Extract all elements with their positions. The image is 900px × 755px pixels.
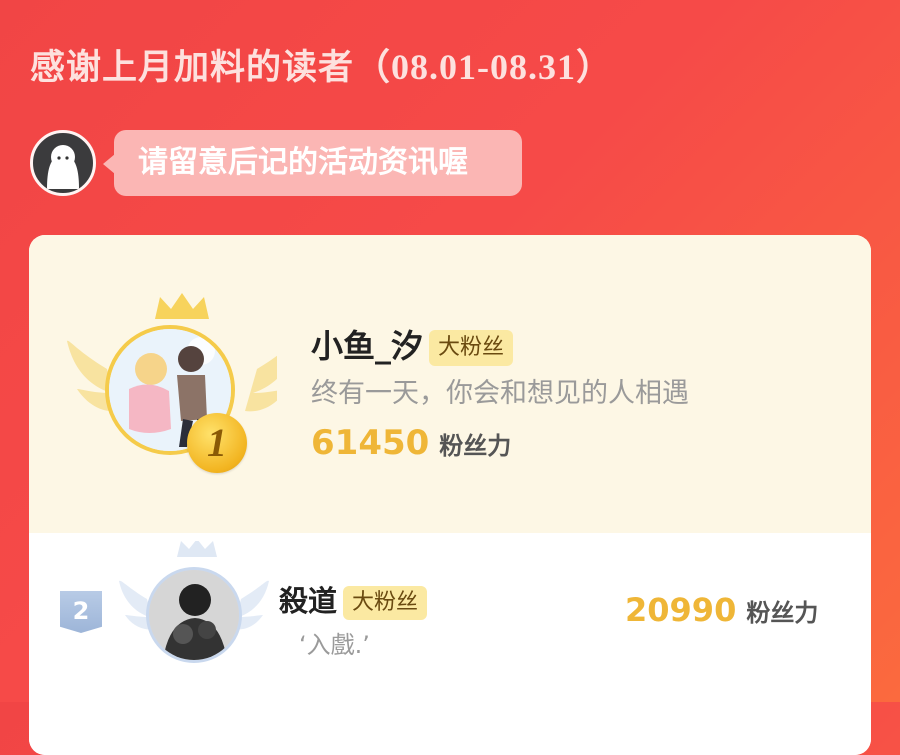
avatar-frame-2 (117, 541, 277, 691)
rank-medal-1: 1 (187, 413, 247, 473)
user-name-1[interactable]: 小鱼_汐 大粉丝 (311, 321, 514, 367)
ranking-card: 1 小鱼_汐 大粉丝 终有一天，你会和想见的人相遇 61450 粉丝力 2 殺道… (29, 235, 871, 755)
user-motto-1: 终有一天，你会和想见的人相遇 (311, 378, 689, 409)
date-range: （08.01-08.31） (354, 47, 614, 87)
fan-badge-2: 大粉丝 (343, 586, 428, 620)
score-unit-2: 粉丝力 (746, 599, 819, 627)
user-avatar-2[interactable] (146, 567, 242, 663)
page-title: 感谢上月加料的读者（08.01-08.31） (30, 38, 613, 90)
name-text-2: 殺道 (279, 584, 338, 618)
name-text-1: 小鱼_汐 (311, 327, 424, 365)
notice-text: 请留意后记的活动资讯喔 (138, 145, 468, 180)
notice-bubble: 请留意后记的活动资讯喔 (103, 130, 522, 196)
fan-badge-1: 大粉丝 (429, 330, 514, 366)
user-motto-2: ‘入戲.’ (299, 631, 370, 659)
fan-score-1: 61450 粉丝力 (311, 423, 511, 463)
ranking-item-2[interactable]: 2 殺道 大粉丝 ‘入戲.’ 20990 粉丝力 (29, 533, 871, 755)
title-text: 感谢上月加料的读者 (30, 48, 355, 88)
rank-ribbon-2: 2 (60, 591, 102, 633)
ranking-item-1[interactable]: 1 小鱼_汐 大粉丝 终有一天，你会和想见的人相遇 61450 粉丝力 (29, 235, 871, 533)
score-value-1: 61450 (311, 423, 430, 463)
avatar-frame-1: 1 (67, 289, 277, 479)
fan-score-2: 20990 粉丝力 (625, 591, 818, 629)
score-value-2: 20990 (625, 591, 737, 629)
ghost-mascot-icon (30, 130, 96, 196)
score-unit-1: 粉丝力 (439, 432, 512, 460)
user-name-2[interactable]: 殺道 大粉丝 (279, 578, 428, 620)
